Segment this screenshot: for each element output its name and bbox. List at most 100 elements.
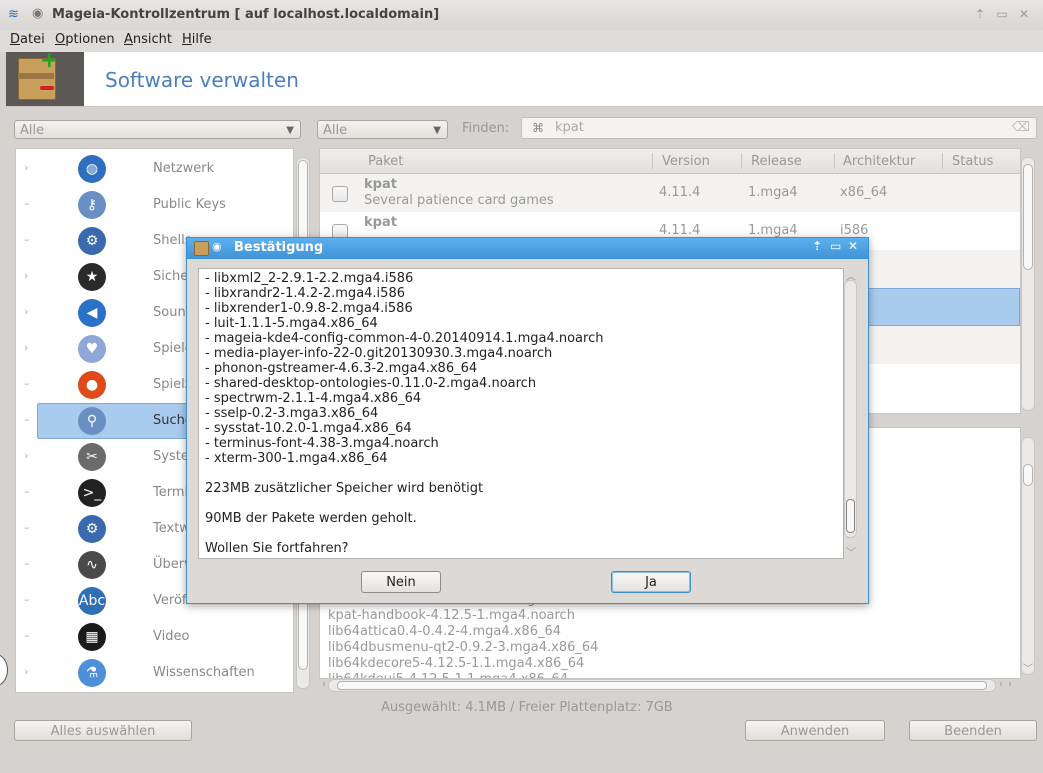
page-header: + Software verwalten [6,50,1043,107]
package-description: Several patience card games [364,193,554,208]
column-separator [741,153,742,169]
info-scrollbar[interactable] [1021,437,1035,675]
dialog-line: - libxrender1-0.9.8-2.mga4.i586 [205,301,413,316]
dialog-title: Bestätigung [234,240,324,255]
window-title: Mageia-Kontrollzentrum [ auf localhost.l… [52,7,440,22]
tree-branch-icon[interactable]: – [24,413,30,426]
quit-button[interactable]: Beenden [909,720,1037,741]
close-icon[interactable]: ✕ [848,239,858,253]
table-row[interactable]: kpat Several patience card games 4.11.4 1.m… [320,174,1020,212]
info-line: lib64kdeui5-4.12.5-1.1.mga4.x86_64 [328,672,568,678]
scroll-left-icon[interactable]: ‹ [322,679,326,690]
scrollbar-thumb[interactable] [337,681,987,690]
type-filter-select[interactable]: Alle ▼ [317,120,448,139]
scroll-down-icon[interactable]: ﹀ [846,544,856,559]
dialog-line: 90MB der Pakete werden geholt. [205,511,417,526]
info-horizontal-scrollbar[interactable] [328,679,996,692]
apply-button[interactable]: Anwenden [745,720,885,741]
tree-branch-icon[interactable]: › [24,665,28,678]
no-button[interactable]: Nein [361,571,441,593]
tree-branch-icon[interactable]: – [24,233,30,246]
keep-above-icon[interactable]: ⇡ [812,239,822,253]
tree-branch-icon[interactable]: › [24,305,28,318]
mageia-logo-icon[interactable]: ≋ [8,7,26,23]
chevron-down-icon: ▼ [433,125,441,136]
dialog-line: - spectrwm-2.1.1-4.mga4.x86_64 [205,391,422,406]
tree-branch-icon[interactable]: › [24,341,28,354]
tree-item-1[interactable]: – ⚷ Public Keys [16,187,293,223]
package-scrollbar[interactable] [1021,157,1035,411]
tree-branch-icon[interactable]: › [24,449,28,462]
tree-branch-icon[interactable]: › [24,269,28,282]
desktop-edge-widget [0,654,8,686]
dialog-title-bar[interactable]: ◉ Bestätigung ⇡ ▭ ✕ [187,238,868,259]
tree-branch-icon[interactable]: – [24,377,30,390]
scrollbar-thumb[interactable] [1023,164,1033,270]
dialog-line: - terminus-font-4.38-3.mga4.noarch [205,436,439,451]
package-arch: i586 [840,223,869,238]
scroll-right-icon[interactable]: › [1008,679,1012,690]
keys-icon: ⚷ [78,191,106,219]
ball-icon: ● [78,371,106,399]
menu-ansicht[interactable]: Ansicht [124,32,172,47]
menu-bar: Datei Optionen Ansicht Hilfe [0,30,1043,52]
dialog-line: - sselp-0.2-3.mga3.x86_64 [205,406,379,421]
tree-branch-icon[interactable]: – [24,485,30,498]
find-label: Finden: [462,121,510,136]
maximize-icon[interactable]: ▭ [830,239,841,253]
dialog-line: - libxrandr2-1.4.2-2.mga4.i586 [205,286,405,301]
scroll-left-icon[interactable]: ‹ [999,679,1003,690]
column-separator [834,153,835,169]
column-header-version[interactable]: Version [662,154,710,169]
tree-item-0[interactable]: › ◍ Netzwerk [16,151,293,187]
confirmation-dialog: ◉ Bestätigung ⇡ ▭ ✕ - libxml2_2-2.9.1-2.… [186,237,869,604]
dialog-scrollbar[interactable] [844,280,857,538]
tree-item-13[interactable]: – ▦ Video [16,619,293,655]
tree-item-label: Public Keys [153,197,226,212]
category-filter-select[interactable]: Alle ▼ [14,120,301,139]
search-input[interactable]: ⌘ kpat ⌫ [521,117,1037,139]
tree-branch-icon[interactable]: – [24,557,30,570]
package-name: kpat [364,215,397,230]
yes-button[interactable]: Ja [611,571,691,593]
window-menu-icon[interactable]: ◉ [32,6,43,21]
keep-above-icon[interactable]: ⇡ [972,5,988,23]
scrollbar-thumb[interactable] [1023,464,1033,486]
tree-branch-icon[interactable]: – [24,197,30,210]
info-line: lib64dbusmenu-qt2-0.9.2-3.mga4.x86_64 [328,640,599,655]
column-header-paket[interactable]: Paket [368,154,403,169]
scroll-down-icon[interactable]: ﹀ [1023,660,1033,675]
tree-branch-icon[interactable]: – [24,593,30,606]
tree-branch-icon[interactable]: › [24,161,28,174]
dialog-line: - media-player-info-22-0.git20130930.3.m… [205,346,553,361]
title-bar[interactable]: ≋ ◉ Mageia-Kontrollzentrum [ auf localho… [0,0,1043,31]
select-all-button[interactable]: Alles auswählen [14,720,192,741]
menu-optionen[interactable]: Optionen [55,32,115,47]
package-arch: x86_64 [840,185,888,200]
column-header-release[interactable]: Release [751,154,802,169]
maximize-icon[interactable]: ▭ [994,5,1010,23]
dialog-message-area[interactable]: - libxml2_2-2.9.1-2.2.mga4.i586- libxran… [198,268,844,559]
book-icon: Abc [78,587,106,615]
tree-item-14[interactable]: › ⚗ Wissenschaften [16,655,293,691]
cards-icon: ♥ [78,335,106,363]
scrollbar-thumb[interactable] [846,499,855,533]
shell-icon: ⚙ [78,227,106,255]
monitor-icon: ∿ [78,551,106,579]
menu-hilfe[interactable]: Hilfe [182,32,212,47]
tree-item-label: Wissenschaften [153,665,255,680]
dialog-line: Wollen Sie fortfahren? [205,541,349,556]
package-version: 4.11.4 [659,185,701,200]
table-header: Paket Version Release Architektur Status [320,149,1020,174]
column-header-architektur[interactable]: Architektur [843,154,915,169]
terminal-icon: >_ [78,479,106,507]
column-header-status[interactable]: Status [952,154,993,169]
tree-branch-icon[interactable]: – [24,521,30,534]
close-icon[interactable]: ✕ [1016,5,1032,23]
window-menu-icon[interactable]: ◉ [212,240,222,253]
package-version: 4.11.4 [659,223,701,238]
clear-search-icon[interactable]: ⌫ [1012,120,1030,135]
tree-branch-icon[interactable]: – [24,629,30,642]
menu-datei[interactable]: Datei [10,32,45,47]
package-checkbox[interactable] [332,186,348,202]
